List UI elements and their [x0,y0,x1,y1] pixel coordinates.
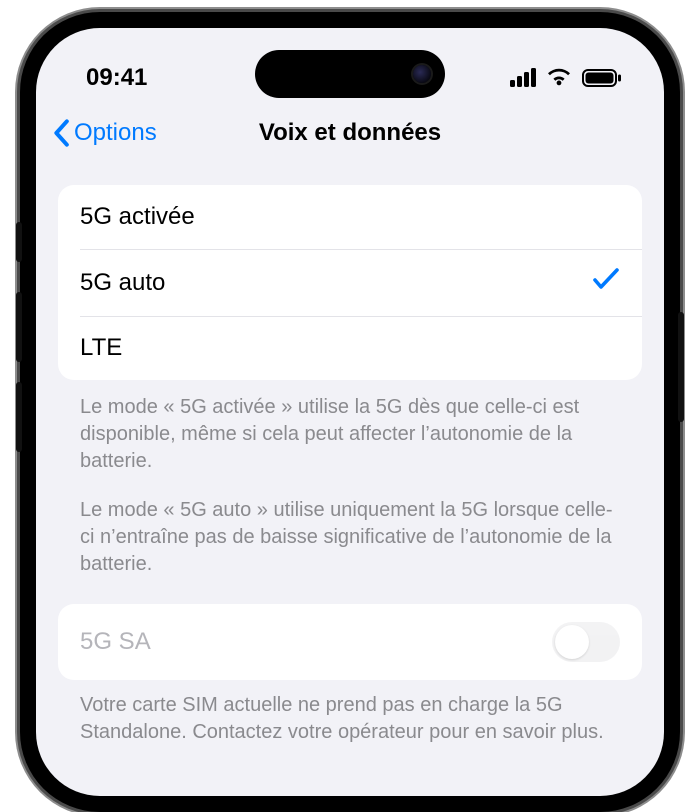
battery-icon [582,69,622,87]
sa-footer-text: Votre carte SIM actuelle ne prend pas en… [80,692,620,746]
silence-switch [16,222,22,262]
side-button [678,312,684,422]
status-time: 09:41 [86,64,147,92]
footer-text-2: Le mode « 5G auto » utilise uniquement l… [80,497,620,578]
option-lte[interactable]: LTE [58,316,642,380]
screen: 09:41 Options [36,28,664,796]
option-5g-on[interactable]: 5G activée [58,185,642,249]
voice-data-options-group: 5G activée 5G auto LTE [58,185,642,380]
navigation-bar: Options Voix et données [36,103,664,163]
footer-text-1: Le mode « 5G activée » utilise la 5G dès… [80,394,620,475]
toggle-5g-sa: 5G SA [58,604,642,680]
option-label: LTE [80,334,122,362]
option-5g-auto[interactable]: 5G auto [58,249,642,316]
switch-icon [552,622,620,662]
volume-up-button [16,292,22,362]
option-label: 5G auto [80,269,165,297]
volume-down-button [16,382,22,452]
options-footer: Le mode « 5G activée » utilise la 5G dès… [58,380,642,578]
option-label: 5G activée [80,203,195,231]
sa-footer: Votre carte SIM actuelle ne prend pas en… [58,680,642,746]
5g-sa-group: 5G SA [58,604,642,680]
page-title: Voix et données [259,119,441,147]
toggle-label: 5G SA [80,628,151,656]
checkmark-icon [592,267,620,298]
dynamic-island [255,50,445,98]
phone-frame: 09:41 Options [20,12,680,812]
back-button[interactable]: Options [52,119,157,147]
cellular-signal-icon [510,68,536,87]
back-label: Options [74,119,157,147]
chevron-left-icon [52,119,70,147]
wifi-icon [546,68,572,88]
front-camera-icon [413,65,431,83]
